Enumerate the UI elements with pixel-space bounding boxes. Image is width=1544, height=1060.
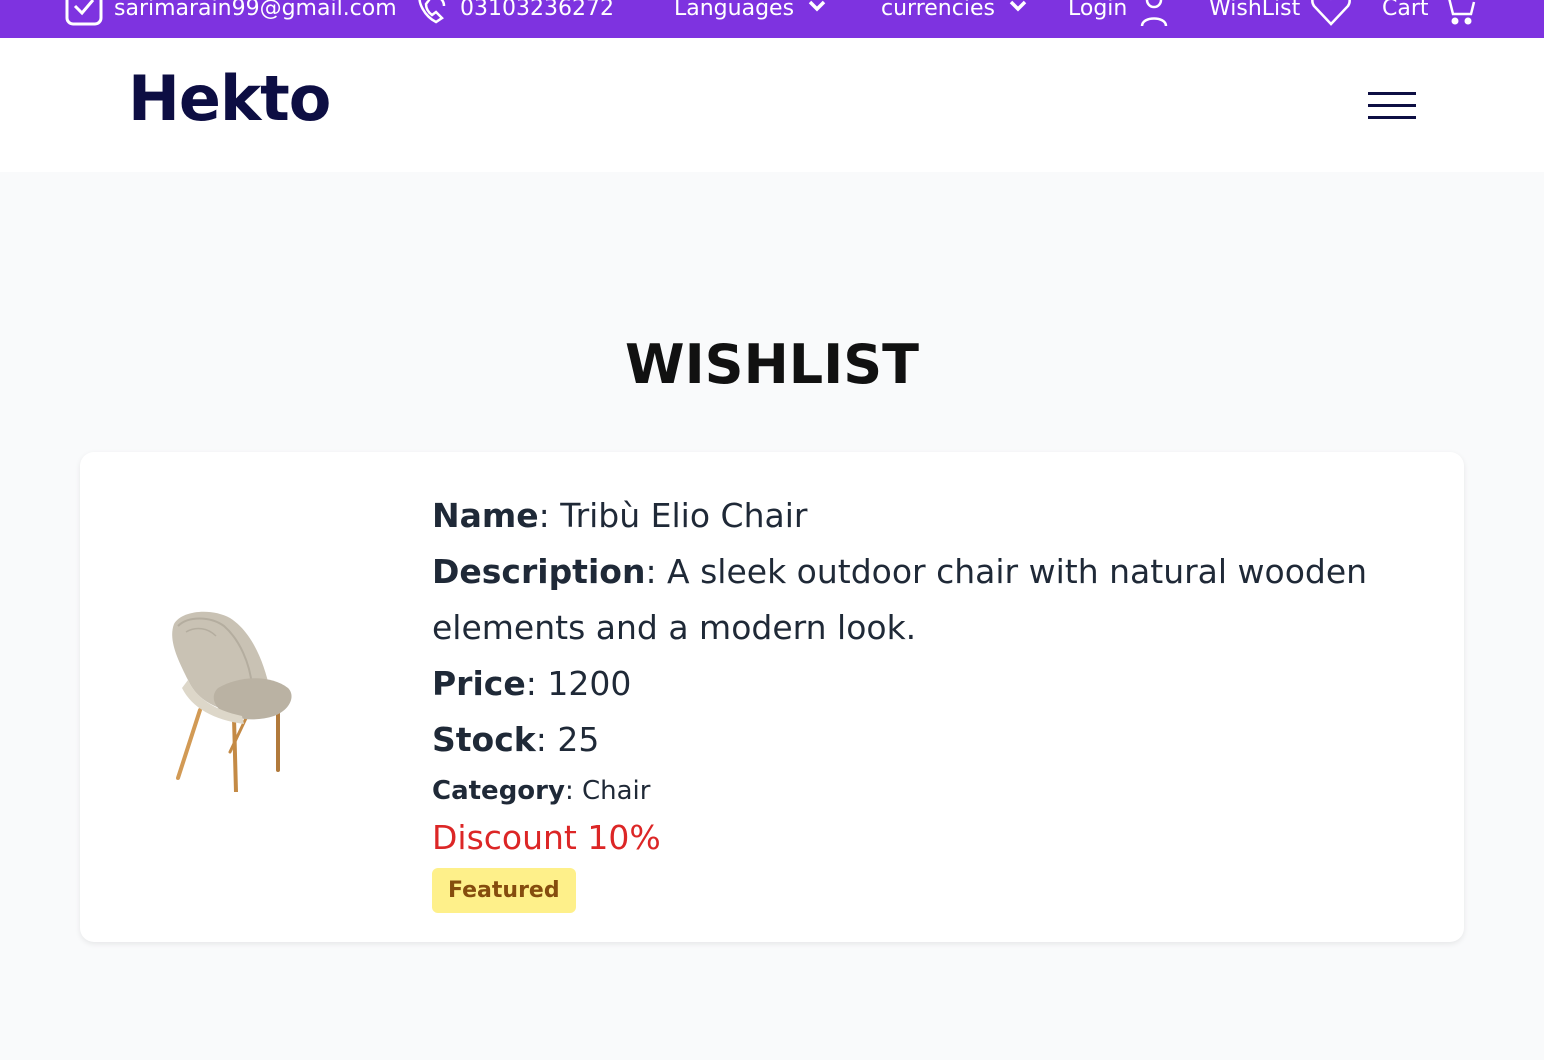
wishlist-link[interactable]: WishList [1209,0,1352,28]
item-price: 1200 [547,664,632,703]
menu-icon[interactable] [1366,90,1416,122]
item-category: Chair [581,776,651,806]
page-title: WISHLIST [625,333,919,396]
site-header: Hekto [0,38,1544,172]
wishlist-item-card: Name: Tribù Elio Chair Description: A sl… [80,452,1464,942]
cart-label: Cart [1382,0,1429,21]
category-label: Category [432,776,565,806]
discount-text: Discount 10% [432,818,661,857]
product-image[interactable] [152,602,332,792]
item-name: Tribù Elio Chair [560,496,808,535]
item-details: Name: Tribù Elio Chair Description: A sl… [432,488,1392,913]
phone-text: 03103236272 [460,0,614,21]
email-text: sarimarain99@gmail.com [114,0,397,21]
top-bar: sarimarain99@gmail.com 03103236272 Langu… [0,0,1544,38]
cart-icon [1447,0,1475,25]
item-stock: 25 [557,720,600,759]
description-label: Description [432,552,646,591]
languages-dropdown[interactable]: Languages [674,0,830,28]
item-stock-row: Stock: 25 [432,720,600,759]
languages-label: Languages [674,0,795,21]
site-logo[interactable]: Hekto [128,68,331,130]
currencies-dropdown[interactable]: currencies [881,0,1031,28]
cart-link[interactable]: Cart [1382,0,1479,28]
mail-icon [65,0,103,26]
featured-badge: Featured [432,868,576,913]
login-label: Login [1068,0,1128,21]
phone-contact[interactable]: 03103236272 [414,0,614,28]
stock-label: Stock [432,720,536,759]
phone-icon [418,0,446,24]
wishlist-label: WishList [1209,0,1301,21]
name-label: Name [432,496,539,535]
heart-icon [1311,0,1352,26]
item-name-row: Name: Tribù Elio Chair [432,496,808,535]
item-price-row: Price: 1200 [432,664,632,703]
chevron-down-icon [1009,0,1027,12]
currencies-label: currencies [881,0,995,21]
item-description-row: Description: A sleek outdoor chair with … [432,552,1368,647]
email-contact[interactable]: sarimarain99@gmail.com [64,0,397,28]
user-icon [1141,0,1168,27]
chevron-down-icon [808,0,826,12]
price-label: Price [432,664,526,703]
login-link[interactable]: Login [1068,0,1171,28]
item-category-row: Category: Chair [432,776,651,806]
